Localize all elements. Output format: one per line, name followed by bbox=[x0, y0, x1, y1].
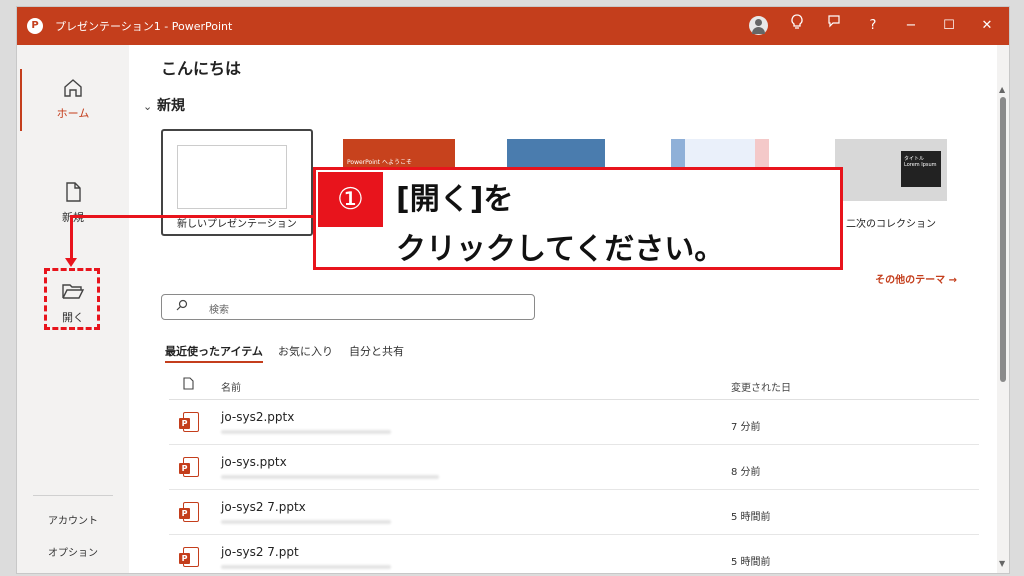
file-path-blurred bbox=[221, 430, 391, 434]
search-input[interactable]: 検索 bbox=[161, 294, 535, 320]
powerpoint-window: P プレゼンテーション1 - PowerPoint ? − ☐ ✕ ホーム 新規 bbox=[16, 6, 1010, 574]
file-name: jo-sys2 7.pptx bbox=[221, 500, 306, 514]
scrollbar-thumb[interactable] bbox=[1000, 97, 1006, 382]
backstage-main: こんにちは ⌄新規 新しいプレゼンテーション PowerPoint へようこそ bbox=[129, 45, 997, 573]
annotation-step-number: ① bbox=[318, 172, 383, 227]
list-header: 名前 変更された日 bbox=[169, 371, 979, 400]
file-name: jo-sys2.pptx bbox=[221, 410, 295, 424]
template-collection[interactable]: タイトル Lorem Ipsum 二次のコレクション bbox=[835, 123, 947, 230]
file-path-blurred bbox=[221, 520, 391, 524]
title-bar: P プレゼンテーション1 - PowerPoint ? − ☐ ✕ bbox=[17, 7, 1009, 45]
pptx-file-icon: P bbox=[179, 502, 199, 524]
help-button[interactable]: ? bbox=[861, 14, 885, 38]
table-row[interactable]: P jo-sys2 7.ppt 5 時間前 bbox=[169, 535, 979, 573]
sidebar-account-link[interactable]: アカウント bbox=[17, 512, 129, 527]
file-path-blurred bbox=[221, 475, 439, 479]
sidebar-item-home[interactable]: ホーム bbox=[17, 69, 129, 131]
table-row[interactable]: P jo-sys2 7.pptx 5 時間前 bbox=[169, 490, 979, 535]
home-icon bbox=[17, 77, 129, 105]
column-header-name[interactable]: 名前 bbox=[221, 379, 241, 394]
annotation-highlight-box bbox=[44, 268, 100, 330]
sidebar-item-new[interactable]: 新規 bbox=[17, 181, 129, 225]
table-row[interactable]: P jo-sys.pptx 8 分前 bbox=[169, 445, 979, 490]
ppt-file-icon: P bbox=[179, 547, 199, 569]
template-thumbnail: タイトル Lorem Ipsum bbox=[835, 139, 947, 201]
minimize-button[interactable]: − bbox=[899, 14, 923, 38]
account-avatar-icon[interactable] bbox=[749, 16, 768, 35]
search-icon bbox=[176, 299, 188, 314]
annotation-callout: ① [開く]を クリックしてください。 bbox=[313, 167, 843, 270]
file-name: jo-sys.pptx bbox=[221, 455, 287, 469]
window-title: プレゼンテーション1 - PowerPoint bbox=[55, 20, 233, 33]
file-modified: 8 分前 bbox=[731, 467, 761, 478]
sidebar-item-label: ホーム bbox=[56, 107, 90, 120]
scroll-up-icon[interactable]: ▲ bbox=[999, 85, 1005, 94]
new-section-heading[interactable]: ⌄ 新規 bbox=[143, 95, 185, 115]
annotation-line-1: [開く]を bbox=[396, 182, 514, 217]
tab-shared[interactable]: 自分と共有 bbox=[349, 343, 404, 359]
annotation-arrow-icon bbox=[65, 258, 77, 267]
file-modified: 7 分前 bbox=[731, 422, 761, 433]
column-header-modified[interactable]: 変更された日 bbox=[731, 379, 791, 394]
file-name: jo-sys2 7.ppt bbox=[221, 545, 299, 559]
scroll-down-icon[interactable]: ▼ bbox=[999, 559, 1005, 568]
search-placeholder: 検索 bbox=[209, 305, 229, 316]
lightbulb-icon[interactable] bbox=[785, 14, 809, 38]
sidebar-options-link[interactable]: オプション bbox=[17, 544, 129, 559]
tab-recent[interactable]: 最近使ったアイテム bbox=[165, 343, 263, 363]
table-row[interactable]: P jo-sys2.pptx 7 分前 bbox=[169, 400, 979, 445]
sidebar-divider bbox=[33, 495, 113, 496]
template-label: 二次のコレクション bbox=[846, 219, 936, 230]
close-button[interactable]: ✕ bbox=[975, 14, 999, 38]
tab-favorites[interactable]: お気に入り bbox=[278, 343, 333, 359]
file-path-blurred bbox=[221, 565, 391, 569]
annotation-connector-line bbox=[70, 215, 73, 263]
feedback-icon[interactable] bbox=[823, 14, 847, 38]
template-blank[interactable]: 新しいプレゼンテーション bbox=[161, 129, 313, 236]
pptx-file-icon: P bbox=[179, 457, 199, 479]
new-document-icon bbox=[17, 181, 129, 209]
vertical-scrollbar[interactable]: ▲ ▼ bbox=[997, 45, 1009, 573]
template-thumbnail bbox=[177, 145, 287, 209]
powerpoint-logo-icon: P bbox=[27, 18, 43, 34]
more-themes-link[interactable]: その他のテーマ → bbox=[875, 271, 957, 286]
greeting-heading: こんにちは bbox=[161, 59, 242, 78]
annotation-line-2: クリックしてください。 bbox=[396, 232, 725, 267]
document-icon bbox=[183, 377, 194, 393]
chevron-down-icon: ⌄ bbox=[143, 100, 153, 113]
maximize-button[interactable]: ☐ bbox=[937, 14, 961, 38]
file-modified: 5 時間前 bbox=[731, 557, 771, 568]
file-modified: 5 時間前 bbox=[731, 512, 771, 523]
pptx-file-icon: P bbox=[179, 412, 199, 434]
annotation-connector-line bbox=[70, 215, 313, 218]
